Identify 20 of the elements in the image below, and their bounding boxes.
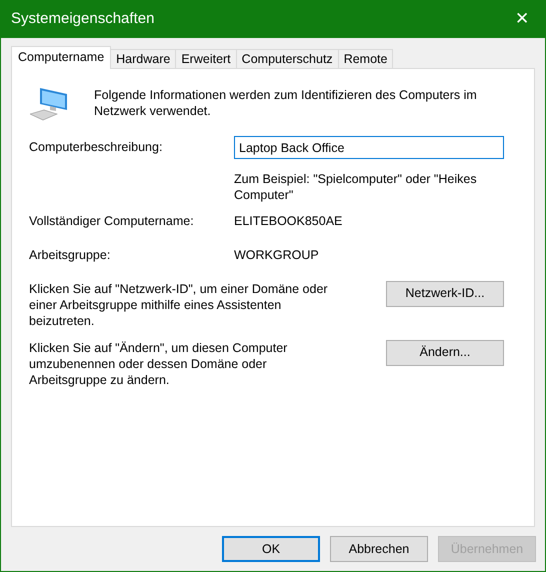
computer-icon (30, 87, 68, 121)
close-button[interactable]: ✕ (499, 0, 545, 38)
field-label: Computerbeschreibung: (29, 139, 164, 156)
hint-text: Zum Beispiel: "Spielcomputer" oder "Heikes Computer" (234, 171, 478, 203)
instruction-text: Klicken Sie auf "Netzwerk-ID", um einer Domäne oder einer Arbeitsgruppe mithilfe eines Assistenten beizutreten. (29, 280, 329, 328)
description-field[interactable]: Laptop Back Office (234, 136, 504, 159)
action-button[interactable]: Ändern... (386, 340, 504, 366)
field-value: ELITEBOOK850AE (234, 213, 342, 230)
dialog-button[interactable]: Abbrechen (330, 536, 428, 562)
tab[interactable]: Computerschutz (236, 49, 339, 68)
field-label: Arbeitsgruppe: (29, 246, 112, 264)
field-value: WORKGROUP (234, 246, 319, 264)
field-label: Vollständiger Computername: (29, 213, 195, 230)
dialog-button[interactable]: OK (222, 536, 320, 562)
intro-text: Folgende Informationen werden zum Identifizieren des Computers im Netzwerk verwendet. (94, 87, 478, 120)
action-button[interactable]: Netzwerk-ID... (386, 280, 504, 306)
window-title: Systemeigenschaften (11, 8, 156, 29)
tab[interactable]: Computername (11, 46, 112, 69)
instruction-text: Klicken Sie auf "Ändern", um diesen Computer umzubenennen oder dessen Domäne oder Arbeitsgruppe zu ändern. (29, 340, 288, 388)
tab[interactable]: Remote (338, 49, 394, 68)
